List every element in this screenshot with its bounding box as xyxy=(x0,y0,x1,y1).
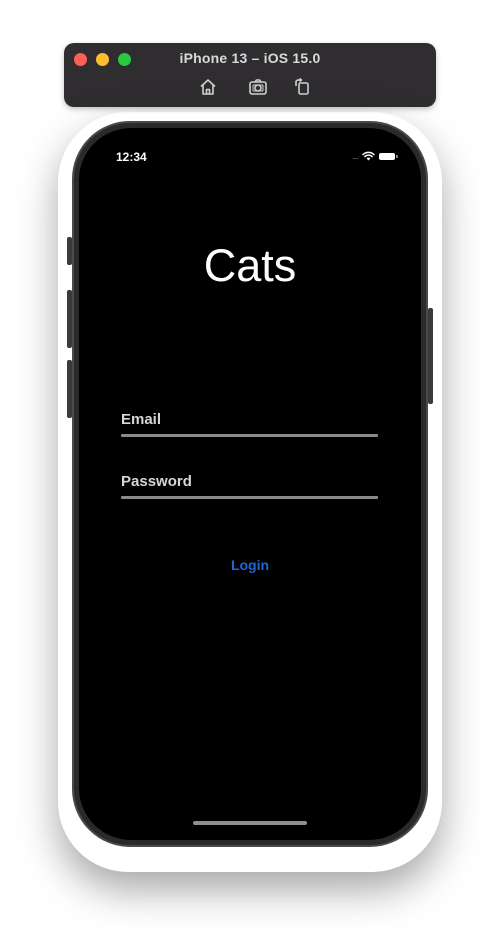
status-icons: .... xyxy=(351,151,398,161)
simulator-title: iPhone 13 – iOS 15.0 xyxy=(179,50,321,66)
wifi-icon xyxy=(362,151,375,161)
simulator-toolbar: iPhone 13 – iOS 15.0 xyxy=(64,43,436,107)
email-underline xyxy=(121,434,378,437)
app-title: Cats xyxy=(203,240,297,291)
battery-icon xyxy=(379,152,398,160)
cellular-signal-icon: .... xyxy=(351,151,359,161)
password-field[interactable] xyxy=(121,473,378,496)
rotate-icon[interactable] xyxy=(292,77,312,97)
email-field-container xyxy=(121,411,378,437)
home-indicator[interactable] xyxy=(193,821,307,825)
simulator-window: iPhone 13 – iOS 15.0 12:34 .... Cats Ema… xyxy=(0,0,500,934)
phone-screen: 12:34 .... Cats Login xyxy=(79,128,421,840)
login-button[interactable]: Login xyxy=(79,557,421,573)
power-button xyxy=(428,308,433,404)
email-field[interactable] xyxy=(121,411,378,434)
password-underline xyxy=(121,496,378,499)
status-time: 12:34 xyxy=(116,150,147,164)
screenshot-icon[interactable] xyxy=(248,77,268,97)
home-icon[interactable] xyxy=(198,77,218,97)
password-field-container xyxy=(121,473,378,499)
